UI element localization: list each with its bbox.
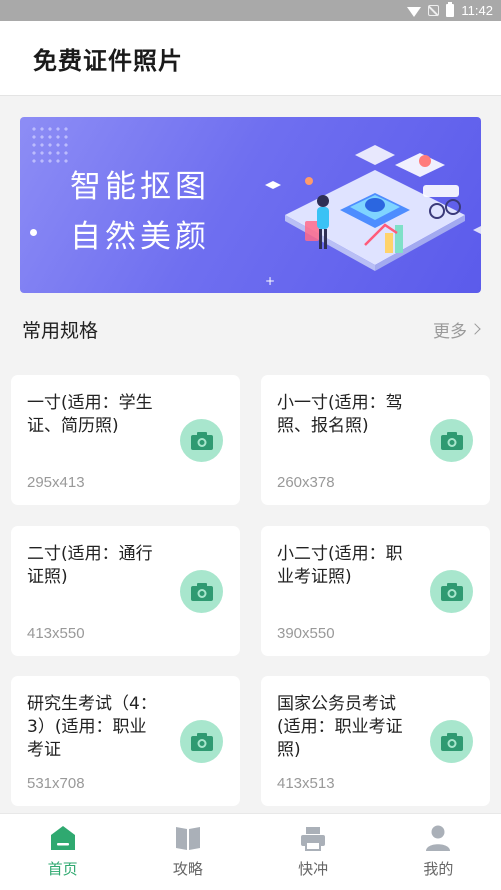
app-bar: 免费证件照片 xyxy=(0,21,501,96)
spec-size: 413x550 xyxy=(27,625,85,642)
more-link[interactable]: 更多 xyxy=(433,317,481,342)
camera-icon xyxy=(190,431,213,450)
home-icon xyxy=(50,826,75,850)
promo-banner[interactable]: 智能抠图 自然美颜 + xyxy=(20,117,481,293)
camera-button[interactable] xyxy=(180,720,223,763)
spec-card[interactable]: 小二寸(适用：职业考证照) 390x550 xyxy=(261,526,490,656)
tab-home[interactable]: 首页 xyxy=(0,814,125,890)
wifi-icon xyxy=(407,6,422,17)
spec-name: 二寸(适用：通行证照) xyxy=(27,544,153,587)
spec-size: 390x550 xyxy=(277,625,335,642)
battery-icon xyxy=(446,2,455,17)
camera-button[interactable] xyxy=(180,419,223,462)
camera-button[interactable] xyxy=(180,570,223,613)
no-sim-icon xyxy=(428,5,440,16)
camera-button[interactable] xyxy=(430,570,473,613)
camera-button[interactable] xyxy=(430,419,473,462)
chevron-right-icon xyxy=(469,323,481,335)
svg-text:+: + xyxy=(265,274,275,288)
user-icon xyxy=(426,825,451,851)
camera-icon xyxy=(440,732,463,751)
spec-name: 小二寸(适用：职业考证照) xyxy=(277,544,403,587)
section-title: 常用规格 xyxy=(22,319,99,342)
spec-card[interactable]: 一寸(适用：学生证、简历照) 295x413 xyxy=(11,375,240,505)
section-header: 常用规格 更多 xyxy=(0,305,501,353)
spec-size: 260x378 xyxy=(277,474,335,491)
book-icon xyxy=(175,827,200,850)
banner-headline: 智能抠图 xyxy=(70,169,210,205)
spec-name: 一寸(适用：学生证、简历照) xyxy=(27,393,153,436)
status-bar: 11:42 xyxy=(0,0,501,21)
spec-size: 295x413 xyxy=(27,474,85,491)
banner-indicator-dot xyxy=(30,229,37,236)
tab-profile[interactable]: 我的 xyxy=(376,814,501,890)
spec-card[interactable]: 小一寸(适用：驾照、报名照) 260x378 xyxy=(261,375,490,505)
dot-pattern xyxy=(30,125,70,165)
camera-icon xyxy=(440,582,463,601)
page-title: 免费证件照片 xyxy=(33,46,183,75)
spec-size: 413x513 xyxy=(277,775,335,792)
camera-icon xyxy=(440,431,463,450)
tab-label: 首页 xyxy=(47,860,78,878)
tab-label: 快冲 xyxy=(298,860,329,878)
banner-subheadline: 自然美颜 xyxy=(70,219,210,255)
spec-card[interactable]: 国家公务员考试(适用：职业考证照) 413x513 xyxy=(261,676,490,806)
spec-card[interactable]: 二寸(适用：通行证照) 413x550 xyxy=(11,526,240,656)
tab-label: 我的 xyxy=(423,860,454,878)
tab-guide[interactable]: 攻略 xyxy=(125,814,250,890)
spec-name: 小一寸(适用：驾照、报名照) xyxy=(277,393,403,436)
tab-quick-print[interactable]: 快冲 xyxy=(251,814,376,890)
spec-card[interactable]: 研究生考试（4：3）(适用：职业考证 531x708 xyxy=(11,676,240,806)
camera-icon xyxy=(190,732,213,751)
printer-icon xyxy=(301,827,326,851)
camera-icon xyxy=(190,582,213,601)
spec-name: 国家公务员考试(适用：职业考证照) xyxy=(277,694,403,760)
banner-illustration: + xyxy=(265,145,481,288)
bottom-tab-bar: 首页 攻略 快冲 我的 xyxy=(0,813,501,890)
camera-button[interactable] xyxy=(430,720,473,763)
spec-size: 531x708 xyxy=(27,775,85,792)
tab-label: 攻略 xyxy=(172,860,203,878)
status-time: 11:42 xyxy=(461,3,493,18)
spec-name: 研究生考试（4：3）(适用：职业考证 xyxy=(27,694,157,760)
more-label: 更多 xyxy=(433,321,467,342)
